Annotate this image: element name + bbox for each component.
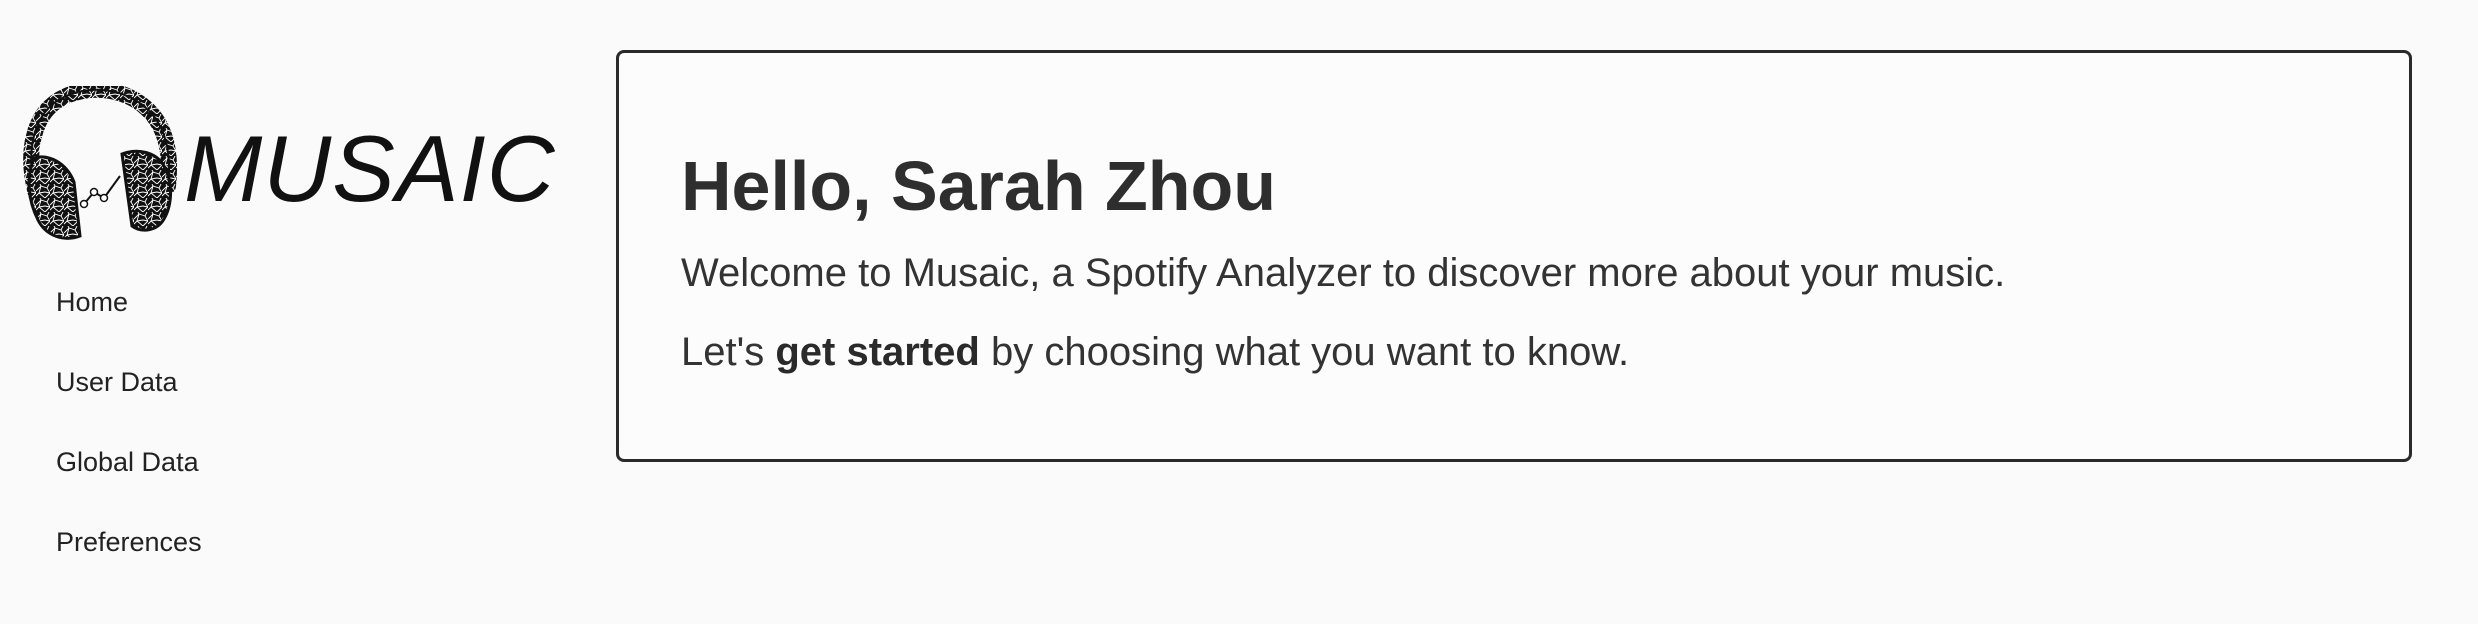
sidebar: MUSAIC Home User Data Global Data Prefer… <box>0 0 600 624</box>
welcome-text: Welcome to Musaic, a Spotify Analyzer to… <box>681 251 2006 295</box>
sidebar-item-preferences[interactable]: Preferences <box>56 522 202 602</box>
app-root: MUSAIC Home User Data Global Data Prefer… <box>0 0 2478 624</box>
welcome-card: Hello, Sarah Zhou Welcome to Musaic, a S… <box>616 50 2412 462</box>
sidebar-item-global-data[interactable]: Global Data <box>56 442 202 522</box>
cta-prefix: Let's <box>681 330 776 374</box>
brand-name: MUSAIC <box>184 116 556 221</box>
cta-emphasis: get started <box>775 330 980 374</box>
greeting-heading: Hello, Sarah Zhou <box>681 147 1277 225</box>
sidebar-item-user-data[interactable]: User Data <box>56 362 202 442</box>
sidebar-nav: Home User Data Global Data Preferences <box>56 282 202 602</box>
sidebar-item-home[interactable]: Home <box>56 282 202 362</box>
brand-logo[interactable]: MUSAIC <box>22 86 555 246</box>
cta-suffix: by choosing what you want to know. <box>979 330 1630 374</box>
get-started-text: Let's get started by choosing what you w… <box>681 332 1629 372</box>
headphones-mosaic-icon <box>23 86 177 240</box>
